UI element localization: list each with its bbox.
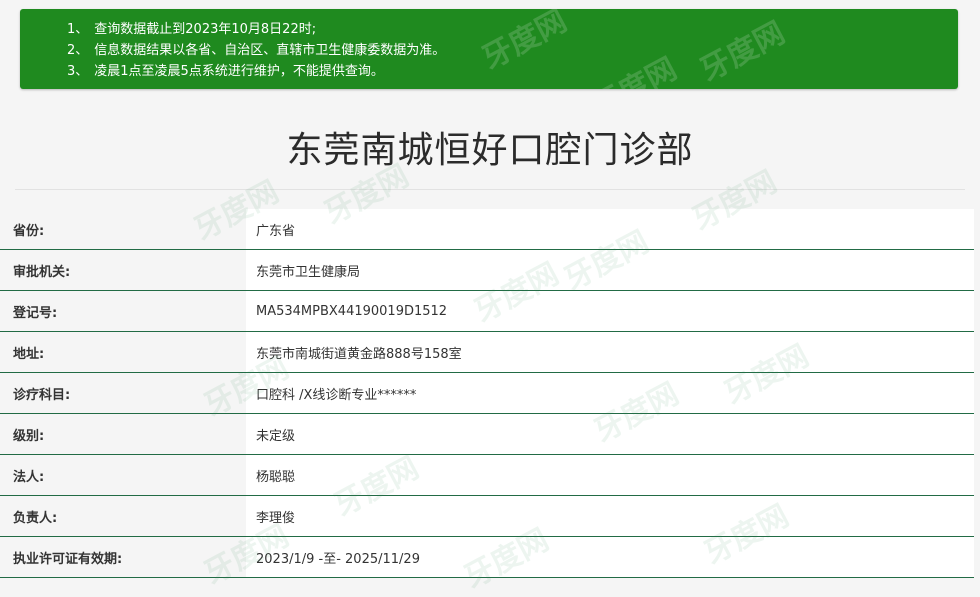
page-title: 东莞南城恒好口腔门诊部	[286, 130, 694, 171]
notice-banner: 1、 查询数据截止到2023年10月8日22时; 2、 信息数据结果以各省、自治区、…	[20, 9, 958, 89]
notice-item-number: 1、	[67, 22, 89, 37]
title-divider	[15, 189, 965, 190]
table-row: 执业许可证有效期: 2023/1/9 -至- 2025/11/29	[0, 536, 974, 578]
notice-item: 1、 查询数据截止到2023年10月8日22时;	[67, 19, 958, 40]
notice-item-number: 3、	[67, 64, 89, 79]
row-value: 口腔科 /X线诊断专业******	[246, 372, 974, 414]
row-value: 东莞市卫生健康局	[246, 249, 974, 291]
table-row: 法人: 杨聪聪	[0, 454, 974, 496]
row-label: 登记号:	[0, 290, 246, 332]
notice-item: 2、 信息数据结果以各省、自治区、直辖市卫生健康委数据为准。	[67, 40, 958, 61]
row-value: 2023/1/9 -至- 2025/11/29	[246, 536, 974, 578]
row-label: 审批机关:	[0, 249, 246, 291]
row-label: 级别:	[0, 413, 246, 455]
row-label: 法人:	[0, 454, 246, 496]
clinic-info-table: 省份: 广东省 审批机关: 东莞市卫生健康局 登记号: MA534MPBX441…	[0, 209, 974, 578]
notice-item-text: 凌晨1点至凌晨5点系统进行维护，不能提供查询。	[94, 64, 384, 79]
row-label: 负责人:	[0, 495, 246, 537]
notice-item-text: 信息数据结果以各省、自治区、直辖市卫生健康委数据为准。	[94, 43, 446, 58]
row-value: 杨聪聪	[246, 454, 974, 496]
row-value: 未定级	[246, 413, 974, 455]
row-label: 省份:	[0, 209, 246, 250]
table-row: 级别: 未定级	[0, 413, 974, 455]
row-value: 东莞市南城街道黄金路888号158室	[246, 331, 974, 373]
table-row: 省份: 广东省	[0, 209, 974, 250]
row-value: 广东省	[246, 209, 974, 250]
table-row: 地址: 东莞市南城街道黄金路888号158室	[0, 331, 974, 373]
row-value: MA534MPBX44190019D1512	[246, 290, 974, 332]
notice-item-text: 查询数据截止到2023年10月8日22时;	[94, 22, 317, 37]
row-label: 执业许可证有效期:	[0, 536, 246, 578]
notice-list: 1、 查询数据截止到2023年10月8日22时; 2、 信息数据结果以各省、自治区、…	[20, 9, 958, 82]
row-label: 地址:	[0, 331, 246, 373]
notice-item: 3、 凌晨1点至凌晨5点系统进行维护，不能提供查询。	[67, 61, 958, 82]
table-row: 登记号: MA534MPBX44190019D1512	[0, 290, 974, 332]
table-row: 负责人: 李理俊	[0, 495, 974, 537]
notice-item-number: 2、	[67, 43, 89, 58]
table-row: 诊疗科目: 口腔科 /X线诊断专业******	[0, 372, 974, 414]
table-row: 审批机关: 东莞市卫生健康局	[0, 249, 974, 291]
row-value: 李理俊	[246, 495, 974, 537]
row-label: 诊疗科目:	[0, 372, 246, 414]
